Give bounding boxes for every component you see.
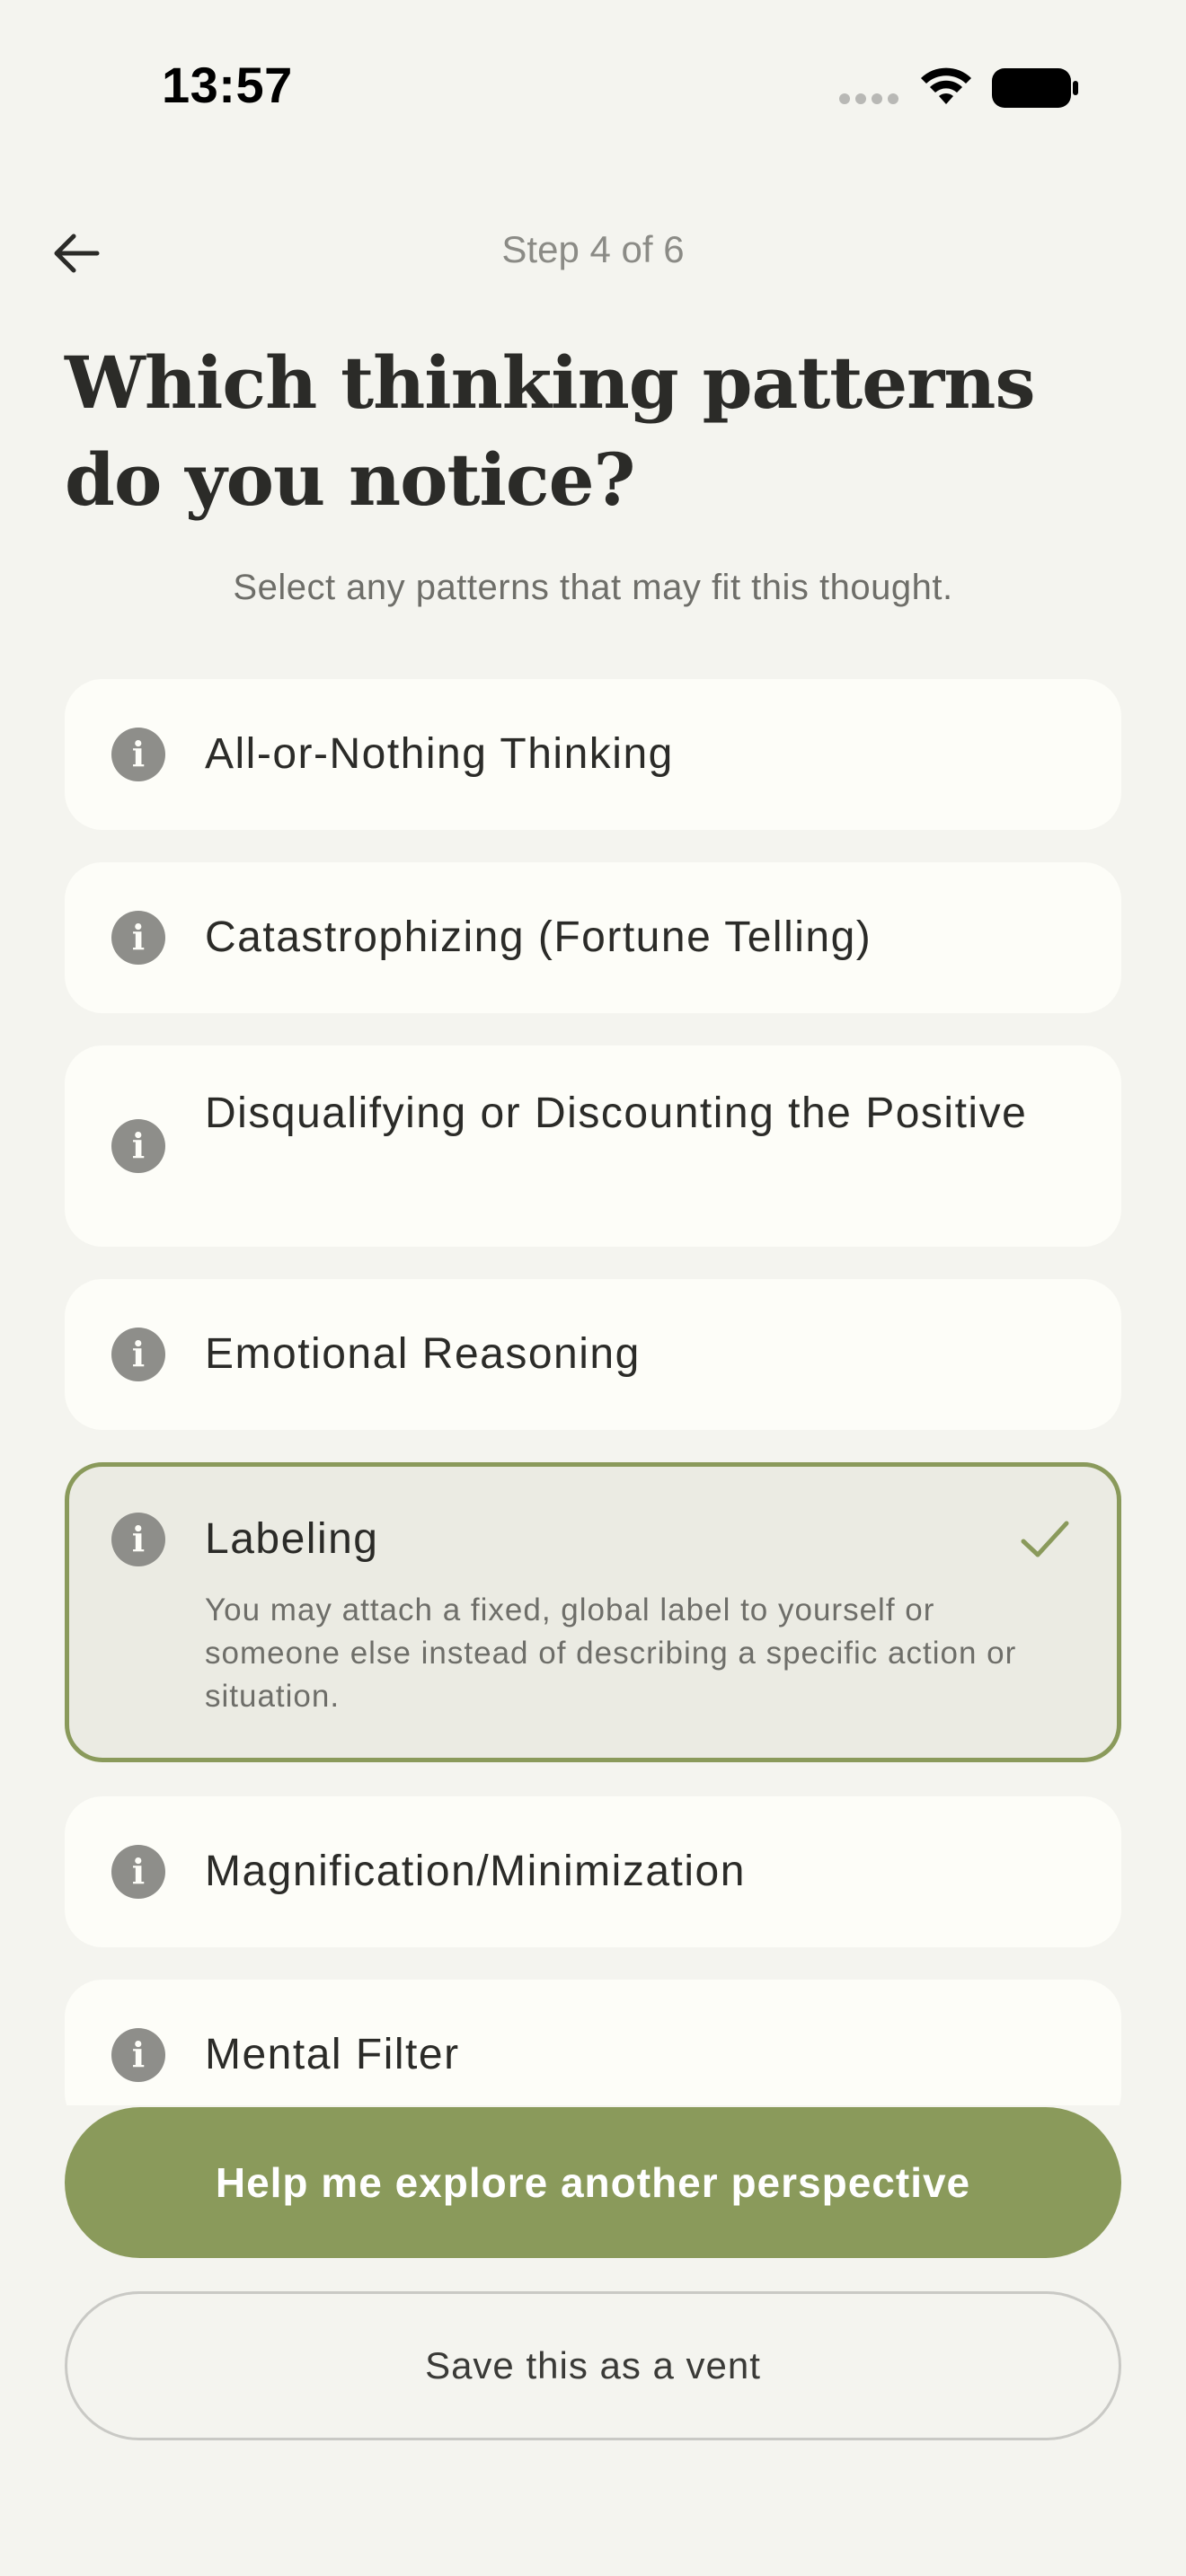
battery-icon bbox=[992, 68, 1078, 108]
explore-perspective-button[interactable]: Help me explore another perspective bbox=[65, 2107, 1121, 2258]
page-subtitle: Select any patterns that may fit this th… bbox=[233, 568, 953, 607]
cellular-signal-icon bbox=[839, 93, 900, 106]
step-indicator: Step 4 of 6 bbox=[501, 228, 685, 270]
pattern-card-mental-filter[interactable]: i Mental Filter bbox=[65, 1980, 1121, 2105]
pattern-label: Catastrophizing (Fortune Telling) bbox=[205, 913, 872, 961]
pattern-card-all-or-nothing[interactable]: i All-or-Nothing Thinking bbox=[65, 679, 1121, 830]
wifi-icon bbox=[921, 67, 971, 104]
pattern-label: Disqualifying or Discounting the Positiv… bbox=[205, 1090, 1028, 1137]
info-icon[interactable]: i bbox=[111, 728, 165, 781]
pattern-label: Magnification/Minimization bbox=[205, 1848, 746, 1895]
status-time: 13:57 bbox=[162, 57, 293, 113]
pattern-card-magnification[interactable]: i Magnification/Minimization bbox=[65, 1796, 1121, 1947]
pattern-card-catastrophizing[interactable]: i Catastrophizing (Fortune Telling) bbox=[65, 862, 1121, 1013]
info-icon[interactable]: i bbox=[111, 2028, 165, 2082]
info-icon[interactable]: i bbox=[111, 1119, 165, 1173]
info-icon[interactable]: i bbox=[111, 911, 165, 965]
page-title: Which thinking patterns do you notice? bbox=[65, 340, 1036, 522]
info-icon[interactable]: i bbox=[111, 1328, 165, 1381]
status-bar: 13:57 bbox=[0, 0, 1186, 180]
pattern-description: You may attach a fixed, global label to … bbox=[205, 1592, 1017, 1714]
pattern-card-emotional-reasoning[interactable]: i Emotional Reasoning bbox=[65, 1279, 1121, 1430]
pattern-label: Mental Filter bbox=[205, 2031, 460, 2078]
pattern-label: All-or-Nothing Thinking bbox=[205, 730, 674, 778]
pattern-label: Emotional Reasoning bbox=[205, 1330, 641, 1378]
save-vent-button[interactable]: Save this as a vent bbox=[65, 2291, 1121, 2440]
info-icon[interactable]: i bbox=[111, 1513, 165, 1566]
pattern-label: Labeling bbox=[205, 1515, 379, 1563]
info-icon[interactable]: i bbox=[111, 1845, 165, 1899]
pattern-list[interactable]: i All-or-Nothing Thinking i Catastrophiz… bbox=[0, 665, 1186, 2105]
pattern-card-labeling[interactable]: i Labeling You may attach a fixed, globa… bbox=[65, 1462, 1121, 1762]
pattern-card-disqualifying-positive[interactable]: i Disqualifying or Discounting the Posit… bbox=[65, 1045, 1121, 1247]
checkmark-icon bbox=[1021, 1521, 1069, 1557]
